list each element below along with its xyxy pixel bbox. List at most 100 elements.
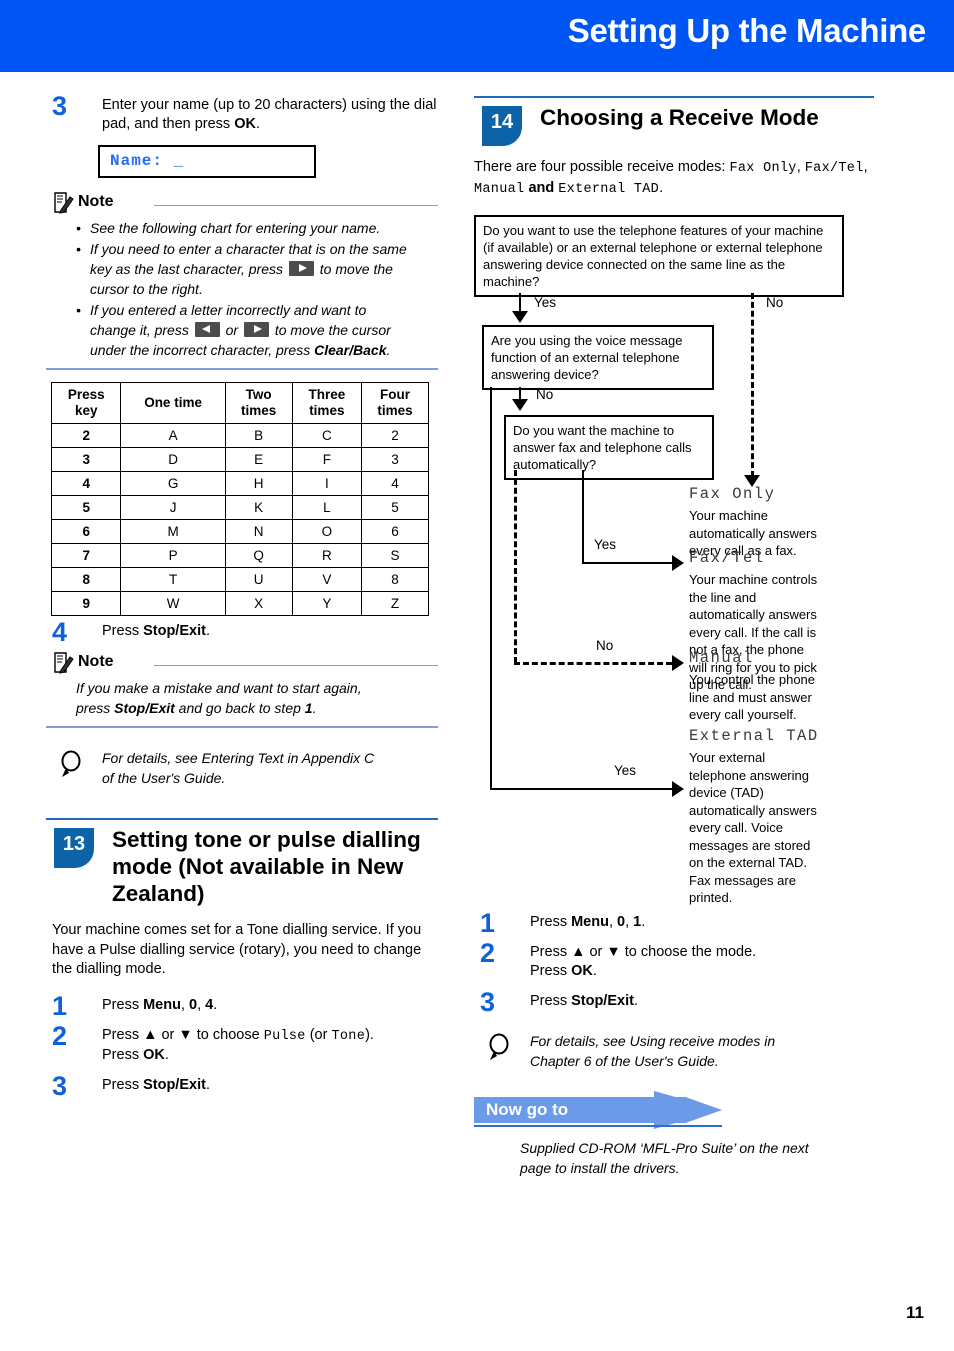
mono-fax-only: Fax Only xyxy=(729,161,797,176)
table-cell: A xyxy=(120,423,226,448)
s13s3-pre: Press xyxy=(102,1076,144,1093)
table-cell: L xyxy=(291,495,363,520)
intro-end: . xyxy=(659,179,664,196)
step-number: 3 xyxy=(52,1070,68,1101)
step-text: Press Stop/Exit. xyxy=(102,1077,210,1093)
section-13-badge: 13 xyxy=(54,828,94,868)
table-header-row: Press key One time Two times Three times Fo… xyxy=(50,382,429,424)
step-number: 3 xyxy=(52,91,68,121)
flow-dash-no-manual-vertical xyxy=(514,470,517,663)
s14s2-l2pre: Press xyxy=(530,963,572,979)
bold-stop-exit: Stop/Exit xyxy=(143,623,206,639)
table-cell: M xyxy=(120,519,226,544)
tip-block-2: For details, see Using receive modes in … xyxy=(474,1031,874,1075)
section-13-paragraph: Your machine comes set for a Tone dialli… xyxy=(52,922,422,977)
now-go-to-underline xyxy=(474,1125,722,1127)
table-cell: U xyxy=(224,567,293,592)
flow-label-no-1: No xyxy=(766,295,784,310)
table-cell-key: 7 xyxy=(50,543,122,568)
nowgo-line2: page to install the drivers. xyxy=(520,1159,680,1176)
step-number: 3 xyxy=(480,987,496,1017)
intro-pre: There are four possible receive modes: xyxy=(474,159,730,175)
table-row: 9WXYZ xyxy=(50,591,429,616)
table-cell: W xyxy=(120,591,226,616)
note-bullet-3-line2b: to move the cursor xyxy=(274,322,391,338)
table-cell: G xyxy=(120,471,226,496)
flow-question-box-3: Do you want the machine to answer fax an… xyxy=(504,415,714,480)
table-cell-key: 2 xyxy=(50,423,122,448)
flow-dash-no-1 xyxy=(751,293,754,477)
table-cell: T xyxy=(120,567,226,592)
s13s1-end: . xyxy=(213,996,218,1013)
section14-step-3: 3 Press Stop/Exit. xyxy=(474,987,874,1017)
intro-sep2: , xyxy=(863,159,868,175)
section-14-intro: There are four possible receive modes: F… xyxy=(474,158,874,199)
mono-external-tad: External TAD xyxy=(558,181,660,197)
flow-label-no-manual: No xyxy=(596,638,614,653)
note-bullet-3-or: or xyxy=(225,322,239,338)
col-four-times: Four times xyxy=(361,382,429,424)
table-cell: 3 xyxy=(361,447,429,472)
s14s1-pre: Press xyxy=(530,914,572,930)
note-bottom-rule-2 xyxy=(46,726,438,728)
table-cell: S xyxy=(361,543,429,568)
note-pencil-icon-2 xyxy=(54,652,74,674)
step-text: Press Stop/Exit. xyxy=(102,623,210,639)
note-bullet-3-line2: change it, press xyxy=(90,322,189,338)
step-3: 3 Enter your name (up to 20 characters) … xyxy=(46,91,438,134)
tip1-line2: of the User's Guide. xyxy=(102,770,226,786)
flow-label-yes-1: Yes xyxy=(534,295,557,310)
mono-tone: Tone xyxy=(331,1028,366,1044)
note-block-1: Note See the following chart for enterin… xyxy=(46,192,438,370)
col-two-times: Two times xyxy=(224,382,293,424)
table-row: 7PQRS xyxy=(50,543,429,568)
section13-step-3: 3 Press Stop/Exit. xyxy=(46,1071,438,1101)
note2-line1: If you make a mistake and want to start … xyxy=(76,680,362,696)
table-cell: 6 xyxy=(361,519,429,544)
bold-stop-exit-2: Stop/Exit xyxy=(143,1076,206,1093)
s14s1-mid1: , xyxy=(608,914,618,930)
note2-line2-pre: press xyxy=(76,700,115,716)
tip2-line2: Chapter 6 of the User's Guide. xyxy=(530,1053,719,1069)
left-column: 3 Enter your name (up to 20 characters) … xyxy=(46,91,438,1106)
table-cell: V xyxy=(291,567,363,592)
note-rule-2 xyxy=(154,665,438,666)
table-row: 4GHI4 xyxy=(50,471,429,496)
note-header-2: Note xyxy=(46,652,438,678)
tip-text: For details, see Entering Text in Append… xyxy=(102,748,438,788)
flow-label-yes-tad: Yes xyxy=(614,763,637,778)
now-go-to-banner: Now go to xyxy=(474,1091,874,1131)
s14s1-end: . xyxy=(641,914,646,930)
now-go-to-body: Supplied CD-ROM ‘MFL-Pro Suite’ on the n… xyxy=(474,1139,874,1178)
mode-name-fax-tel: Fax/Tel xyxy=(689,549,765,567)
s13s2-l2pre: Press xyxy=(102,1046,144,1063)
note-bullet-2: If you need to enter a character that is… xyxy=(76,239,438,299)
intro-and: and xyxy=(524,179,559,196)
mode-name-manual: Manual xyxy=(689,649,754,667)
intro-sep1: , xyxy=(796,159,805,175)
step-text: Enter your name (up to 20 characters) us… xyxy=(102,97,436,132)
now-go-to-label: Now go to xyxy=(486,1100,569,1119)
bold-zero: 0 xyxy=(189,996,198,1013)
note-header: Note xyxy=(46,192,438,218)
mono-fax-tel: Fax/Tel xyxy=(804,161,864,176)
table-cell: 5 xyxy=(361,495,429,520)
col-press-key: Press key xyxy=(50,382,122,424)
flow-question-box-3-text: Do you want the machine to answer fax an… xyxy=(513,423,692,472)
section-14-title: Choosing a Receive Mode xyxy=(540,105,819,130)
page-number: 11 xyxy=(906,1303,924,1322)
s14s3-pre: Press xyxy=(530,993,572,1009)
section-13: 13 Setting tone or pulse dialling mode (… xyxy=(46,818,438,1101)
note-rule xyxy=(154,205,438,206)
note-body: See the following chart for entering you… xyxy=(46,218,438,360)
s14s2-pre: Press ▲ or ▼ to choose the mode. xyxy=(530,944,757,960)
table-cell: E xyxy=(224,447,293,472)
note-title-2: Note xyxy=(78,653,114,670)
s13s2-mid: (or xyxy=(305,1026,332,1043)
table-cell: B xyxy=(224,423,293,448)
table-cell: N xyxy=(224,519,293,544)
table-cell: O xyxy=(291,519,363,544)
note-block-2: Note If you make a mistake and want to s… xyxy=(46,652,438,728)
tip-block-1: For details, see Entering Text in Append… xyxy=(46,748,438,792)
nowgo-line1: Supplied CD-ROM ‘MFL-Pro Suite’ on the n… xyxy=(520,1140,809,1156)
